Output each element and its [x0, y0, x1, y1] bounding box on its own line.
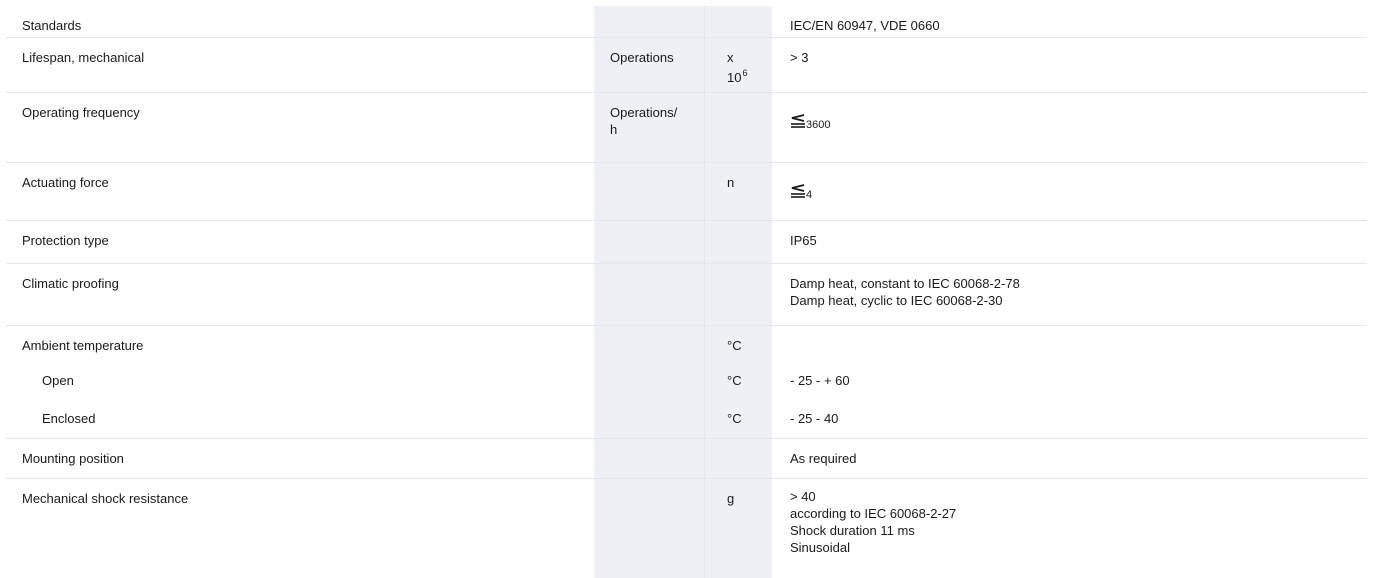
row-value-line: > 40	[790, 489, 816, 504]
table-row-operating-frequency: Operating frequency Operations/ h 3600	[6, 93, 1367, 163]
row-value: - 25 - + 60	[790, 373, 850, 388]
row-value: > 40 according to IEC 60068-2-27 Shock d…	[790, 488, 956, 556]
value-subscript: 4	[806, 189, 813, 201]
less-than-or-equal-icon	[791, 113, 805, 128]
row-unit-line: Operations/	[610, 105, 678, 120]
row-value: Damp heat, constant to IEC 60068-2-78 Da…	[790, 275, 1020, 309]
row-label: Mechanical shock resistance	[22, 491, 189, 506]
row-value-line: according to IEC 60068-2-27	[790, 506, 957, 521]
row-unit: °C	[727, 373, 742, 388]
table-row-ambient-open: Open °C - 25 - + 60	[6, 361, 1367, 399]
row-value: 4	[790, 179, 813, 201]
table-row-ambient-enclosed: Enclosed °C - 25 - 40	[6, 399, 1367, 439]
row-value: As required	[790, 451, 857, 466]
unit-multiplier-power: 106	[727, 68, 748, 88]
row-value-line: Damp heat, cyclic to IEC 60068-2-30	[790, 293, 1003, 308]
table-row-mounting-position: Mounting position As required	[6, 439, 1367, 479]
row-label: Enclosed	[42, 411, 96, 426]
row-label: Actuating force	[22, 175, 109, 190]
row-label: Open	[42, 373, 74, 388]
table-row-protection-type: Protection type IP65	[6, 221, 1367, 264]
row-label: Climatic proofing	[22, 276, 119, 291]
table-row-actuating-force: Actuating force n 4	[6, 163, 1367, 221]
less-than-or-equal-icon	[791, 183, 805, 198]
table-row-mechanical-shock-resistance: Mechanical shock resistance g > 40 accor…	[6, 479, 1367, 578]
table-row-lifespan-mechanical: Lifespan, mechanical Operations x 106 > …	[6, 38, 1367, 93]
row-unit: °C	[727, 411, 742, 426]
row-label: Mounting position	[22, 451, 124, 466]
row-unit: n	[727, 175, 735, 190]
row-value: IEC/EN 60947, VDE 0660	[790, 18, 940, 33]
row-unit: Operations	[610, 50, 674, 65]
row-value: 3600	[790, 109, 831, 131]
table-row-climatic-proofing: Climatic proofing Damp heat, constant to…	[6, 264, 1367, 326]
row-value: > 3	[790, 50, 809, 65]
row-unit: g	[727, 491, 735, 506]
row-value-line: Damp heat, constant to IEC 60068-2-78	[790, 276, 1020, 291]
row-label: Protection type	[22, 233, 109, 248]
row-value: - 25 - 40	[790, 411, 839, 426]
unit-multiplier-exponent: 6	[742, 68, 748, 78]
row-unit: °C	[727, 338, 742, 353]
table-row-ambient-temperature: Ambient temperature °C	[6, 326, 1367, 361]
row-label: Standards	[22, 18, 82, 33]
table-row-standards: Standards IEC/EN 60947, VDE 0660	[6, 6, 1367, 38]
row-unit: Operations/ h	[610, 104, 677, 138]
value-subscript: 3600	[806, 119, 831, 131]
unit-multiplier-base: 10	[727, 70, 742, 85]
row-unit-line: h	[610, 122, 618, 137]
row-label: Lifespan, mechanical	[22, 50, 145, 65]
technical-data-table: Standards IEC/EN 60947, VDE 0660 Lifespa…	[0, 0, 1373, 578]
row-label: Operating frequency	[22, 105, 140, 120]
row-unit-multiplier: x 106	[727, 49, 747, 88]
unit-multiplier-x: x	[727, 50, 734, 65]
row-value-line: Sinusoidal	[790, 540, 850, 555]
row-value-line: Shock duration 11 ms	[790, 523, 915, 538]
row-label: Ambient temperature	[22, 338, 144, 353]
row-value: IP65	[790, 233, 817, 248]
